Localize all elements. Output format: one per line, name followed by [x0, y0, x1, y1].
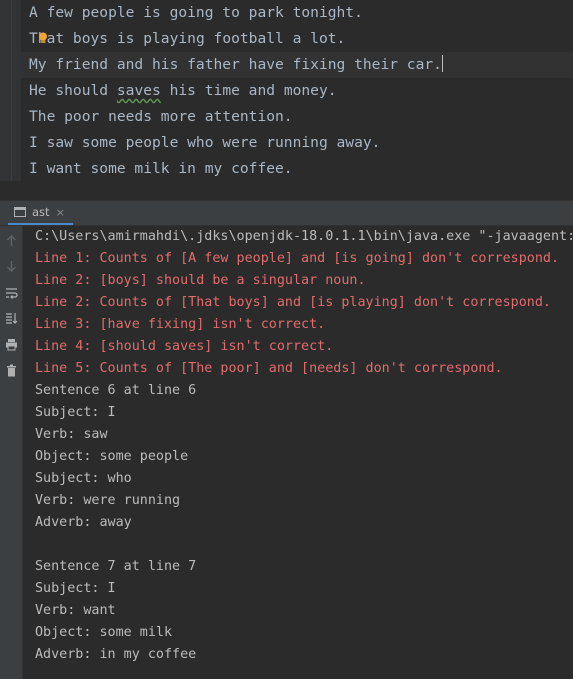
print-icon[interactable] [2, 335, 20, 353]
console-icon [14, 207, 26, 217]
editor-text: playing football a lot. [134, 30, 346, 47]
console-output-line: Verb: want [35, 603, 116, 618]
console-output-line: Object: some people [35, 449, 189, 464]
console-output-line: Sentence 7 at line 7 [35, 559, 197, 574]
console-output-line: Object: some milk [35, 625, 173, 640]
editor-line-3[interactable]: My friend and his father have fixing the… [21, 52, 573, 78]
editor-line-6[interactable]: I saw some people who were running away. [21, 130, 573, 156]
console-error-line: Line 2: [boys] should be a singular noun… [35, 273, 366, 288]
run-tab-label: ast [32, 205, 50, 219]
editor-line-4[interactable]: He should saves his time and money. [21, 78, 573, 104]
editor-line-5[interactable]: The poor needs more attention. [21, 104, 573, 130]
console-output[interactable]: C:\Users\amirmahdi\.jdks\openjdk-18.0.1.… [23, 226, 573, 679]
console-output-line: Adverb: in my coffee [35, 647, 197, 662]
editor-text: My friend and his father have fixing the… [29, 56, 442, 73]
console-command-line: C:\Users\amirmahdi\.jdks\openjdk-18.0.1.… [35, 229, 573, 244]
soft-wrap-icon[interactable] [2, 283, 20, 301]
run-tool-window-header: ast × [0, 200, 573, 226]
grammar-warning[interactable]: saves [117, 82, 161, 99]
console-error-line: Line 5: Counts of [The poor] and [needs]… [35, 361, 503, 376]
console-output-line: Sentence 6 at line 6 [35, 383, 197, 398]
console-output-line: Subject: I [35, 405, 116, 420]
fold-guide [11, 0, 12, 181]
close-icon[interactable]: × [56, 206, 65, 219]
run-tab-ast[interactable]: ast × [8, 201, 73, 225]
editor-gutter [0, 0, 21, 181]
grammar-warning[interactable]: is [117, 30, 135, 47]
scroll-to-end-icon[interactable] [2, 309, 20, 327]
code-editor[interactable]: A few people is going to park tonight. T… [0, 0, 573, 196]
text-caret [441, 55, 443, 72]
editor-line-7[interactable]: I want some milk in my coffee. [21, 156, 573, 182]
console-output-line: Subject: I [35, 581, 116, 596]
console-toolbar [0, 226, 23, 679]
intention-bulb-icon[interactable] [38, 32, 48, 44]
editor-text: his time and money. [160, 82, 337, 99]
editor-line-1[interactable]: A few people is going to park tonight. [21, 0, 573, 26]
arrow-down-icon[interactable] [2, 257, 20, 275]
arrow-up-icon[interactable] [2, 231, 20, 249]
editor-text: He should [29, 82, 117, 99]
console-output-line: Verb: saw [35, 427, 108, 442]
console-error-line: Line 4: [should saves] isn't correct. [35, 339, 334, 354]
console-output-line: Verb: were running [35, 493, 181, 508]
trash-icon[interactable] [2, 361, 20, 379]
console-error-line: Line 3: [have fixing] isn't correct. [35, 317, 326, 332]
editor-line-2[interactable]: That boys is playing football a lot. [21, 26, 573, 52]
console-error-line: Line 2: Counts of [That boys] and [is pl… [35, 295, 551, 310]
console-output-line: Adverb: away [35, 515, 132, 530]
console-error-line: Line 1: Counts of [A few people] and [is… [35, 251, 560, 266]
editor-text-area[interactable]: A few people is going to park tonight. T… [21, 0, 573, 182]
console-output-line: Subject: who [35, 471, 132, 486]
